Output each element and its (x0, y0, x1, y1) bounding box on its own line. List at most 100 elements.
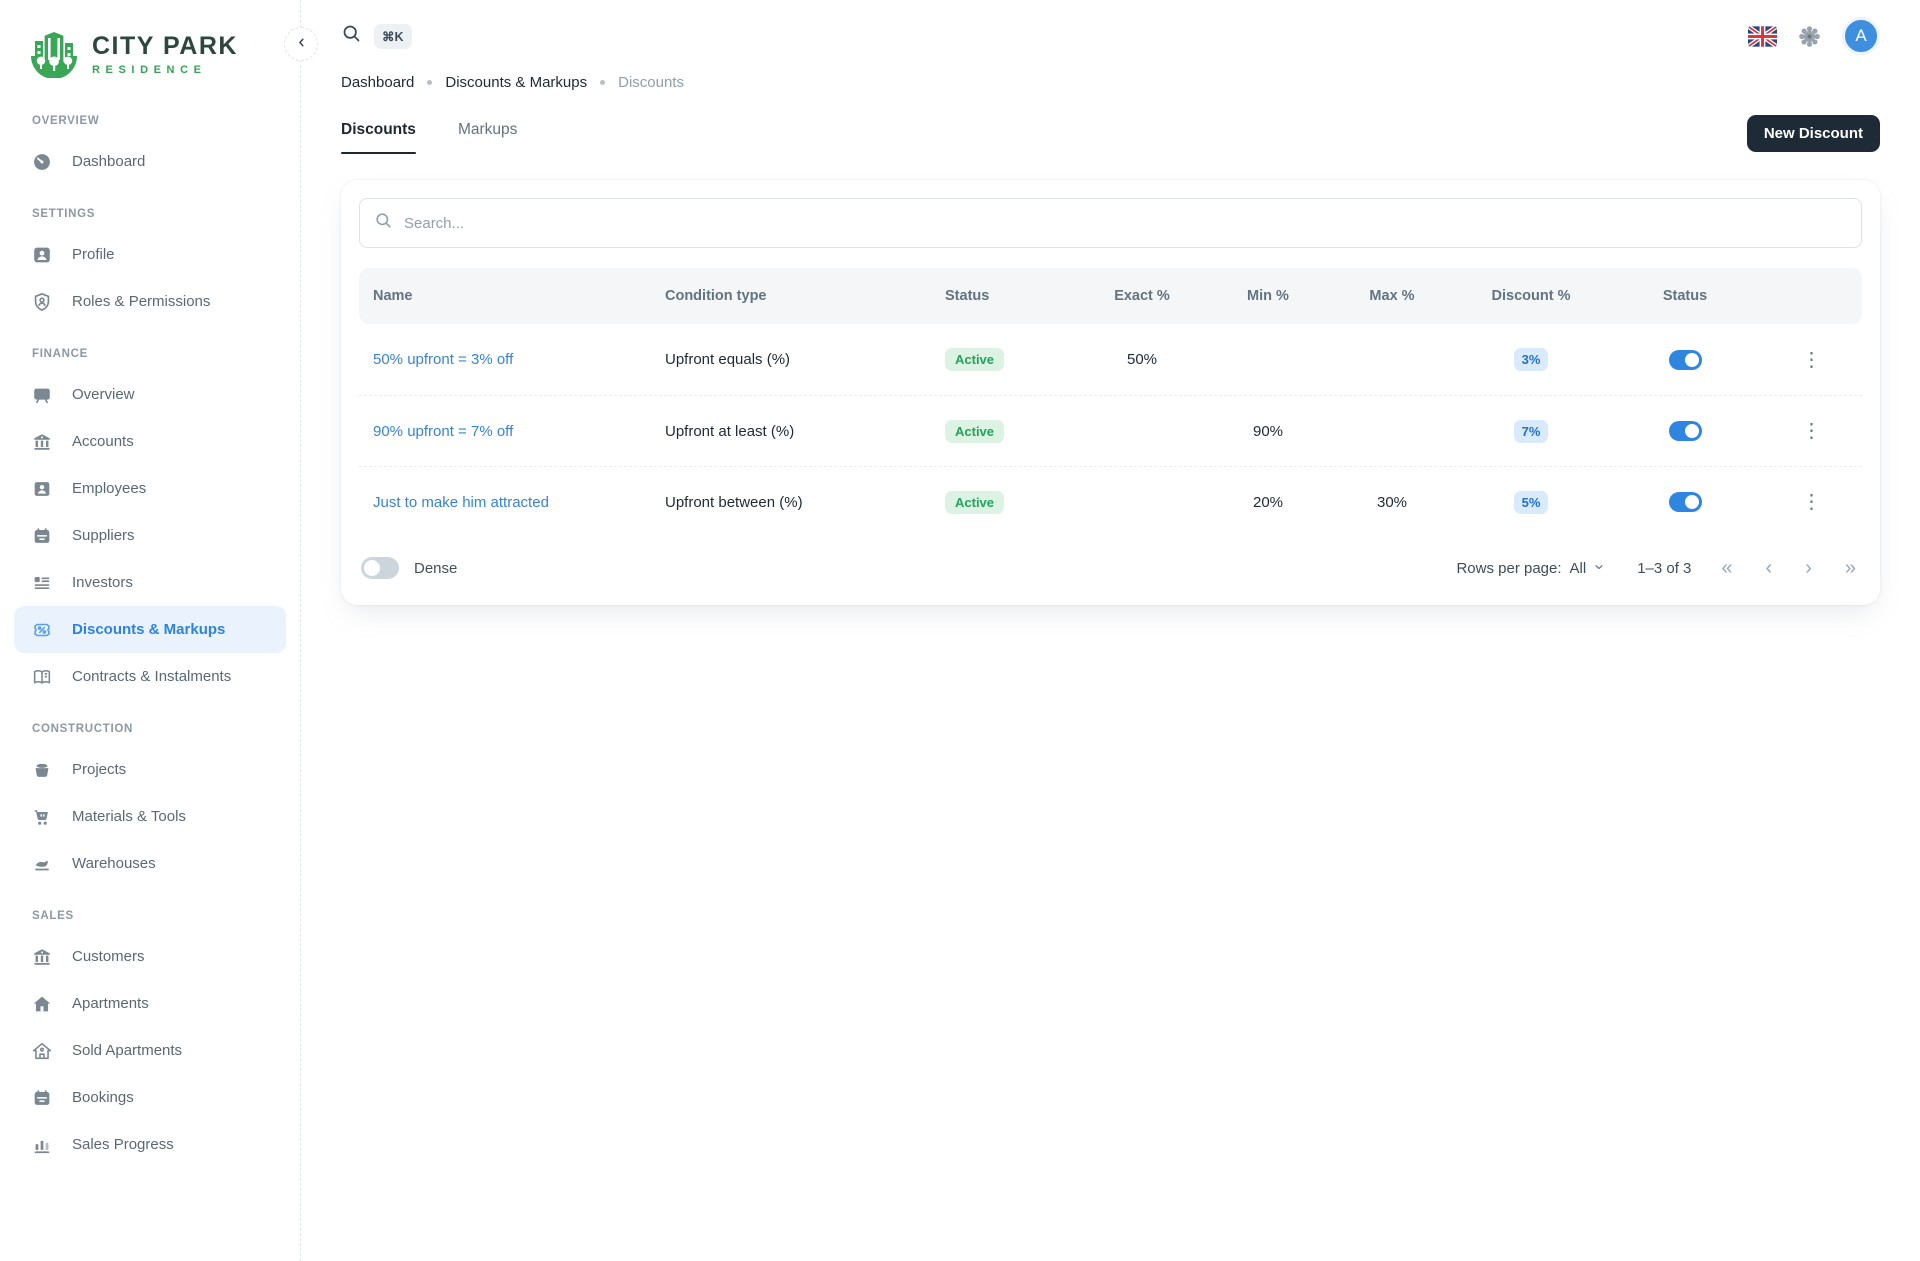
brand-name: CITY PARK (92, 32, 238, 61)
sidebar-item-suppliers[interactable]: Suppliers (14, 512, 286, 559)
brand-logo-icon (28, 26, 80, 83)
tab-discounts[interactable]: Discounts (341, 121, 416, 154)
ticket-percent-icon (30, 618, 54, 642)
home-outline-icon (30, 1039, 54, 1063)
table-row: Just to make him attracted Upfront betwe… (359, 466, 1862, 537)
table-row: 90% upfront = 7% off Upfront at least (%… (359, 395, 1862, 466)
board-icon (30, 383, 54, 407)
discount-name-link[interactable]: 50% upfront = 3% off (373, 351, 513, 368)
sidebar-item-profile[interactable]: Profile (14, 231, 286, 278)
badge-user-icon (30, 477, 54, 501)
exact-cell: 50% (1079, 351, 1205, 368)
discount-name-link[interactable]: 90% upfront = 7% off (373, 423, 513, 440)
dense-toggle[interactable] (361, 557, 399, 579)
section-label-settings: SETTINGS (14, 185, 286, 231)
breadcrumb-discounts-markups[interactable]: Discounts & Markups (445, 74, 587, 91)
user-card-icon (30, 243, 54, 267)
next-page-button[interactable]: › (1805, 558, 1812, 578)
sidebar-item-dashboard[interactable]: Dashboard (14, 138, 286, 185)
sidebar-item-customers[interactable]: Customers (14, 933, 286, 980)
row-actions-kebab-icon[interactable]: ⋮ (1796, 488, 1828, 516)
breadcrumb-separator-dot (427, 80, 432, 85)
new-discount-button[interactable]: New Discount (1747, 115, 1880, 152)
sidebar-item-label: Dashboard (72, 153, 145, 170)
sidebar-collapse-button[interactable] (284, 27, 318, 61)
sidebar-item-sales-progress[interactable]: Sales Progress (14, 1121, 286, 1168)
condition-type-cell: Upfront between (%) (659, 494, 939, 511)
sidebar-item-bookings[interactable]: Bookings (14, 1074, 286, 1121)
table-search-input[interactable] (404, 215, 1847, 232)
pagination-range-label: 1–3 of 3 (1637, 560, 1691, 577)
sidebar-item-label: Customers (72, 948, 145, 965)
last-page-button[interactable]: » (1845, 558, 1856, 578)
sidebar-item-discounts-markups[interactable]: Discounts & Markups (14, 606, 286, 653)
breadcrumb: Dashboard Discounts & Markups Discounts (341, 74, 1880, 91)
condition-type-cell: Upfront equals (%) (659, 351, 939, 368)
sidebar-item-apartments[interactable]: Apartments (14, 980, 286, 1027)
calendar-icon (30, 1086, 54, 1110)
language-flag-icon[interactable] (1748, 26, 1777, 47)
discount-percent-pill: 3% (1514, 348, 1549, 371)
brand-logo[interactable]: CITY PARK RESIDENCE (14, 20, 286, 92)
column-header-name: Name (359, 288, 659, 304)
sidebar-item-projects[interactable]: Projects (14, 746, 286, 793)
row-actions-kebab-icon[interactable]: ⋮ (1796, 346, 1828, 374)
shortcut-badge: ⌘K (374, 24, 412, 49)
column-header-condition-type: Condition type (659, 288, 939, 304)
tab-markups[interactable]: Markups (458, 121, 517, 154)
settings-gear-icon[interactable] (1797, 24, 1822, 49)
section-label-overview: OVERVIEW (14, 92, 286, 138)
column-header-min: Min % (1205, 288, 1331, 304)
sidebar-item-label: Materials & Tools (72, 808, 186, 825)
sidebar-item-sold-apartments[interactable]: Sold Apartments (14, 1027, 286, 1074)
sidebar-item-warehouses[interactable]: Warehouses (14, 840, 286, 887)
cart-icon (30, 805, 54, 829)
list-icon (30, 571, 54, 595)
sidebar: CITY PARK RESIDENCE OVERVIEW Dashboard S… (0, 0, 300, 1261)
topbar: ⌘K (341, 0, 1880, 58)
sidebar-item-accounts[interactable]: Accounts (14, 418, 286, 465)
sidebar-item-employees[interactable]: Employees (14, 465, 286, 512)
first-page-button[interactable]: « (1721, 558, 1732, 578)
min-cell: 90% (1205, 423, 1331, 440)
discount-percent-pill: 7% (1514, 420, 1549, 443)
calendar-icon (30, 524, 54, 548)
status-toggle[interactable] (1669, 350, 1702, 370)
sidebar-item-roles-permissions[interactable]: Roles & Permissions (14, 278, 286, 325)
column-header-discount: Discount % (1453, 288, 1609, 304)
column-header-exact: Exact % (1079, 288, 1205, 304)
status-toggle[interactable] (1669, 492, 1702, 512)
section-label-finance: FINANCE (14, 325, 286, 371)
previous-page-button[interactable]: ‹ (1766, 558, 1773, 578)
bar-chart-icon (30, 1133, 54, 1157)
status-badge: Active (945, 491, 1004, 514)
trowel-icon (30, 852, 54, 876)
search-icon (341, 23, 362, 49)
condition-type-cell: Upfront at least (%) (659, 423, 939, 440)
min-cell: 20% (1205, 494, 1331, 511)
section-label-construction: CONSTRUCTION (14, 700, 286, 746)
table-header-row: Name Condition type Status Exact % Min %… (359, 268, 1862, 324)
discount-percent-pill: 5% (1514, 491, 1549, 514)
column-header-max: Max % (1331, 288, 1453, 304)
main-content: ⌘K (300, 0, 1920, 1261)
gauge-icon (30, 150, 54, 174)
discount-name-link[interactable]: Just to make him attracted (373, 494, 549, 511)
row-actions-kebab-icon[interactable]: ⋮ (1796, 417, 1828, 445)
sidebar-item-label: Employees (72, 480, 146, 497)
sidebar-item-investors[interactable]: Investors (14, 559, 286, 606)
user-avatar[interactable]: A (1842, 17, 1880, 55)
rows-per-page-select[interactable]: All (1570, 560, 1606, 577)
global-search-button[interactable]: ⌘K (341, 23, 412, 49)
section-label-sales: SALES (14, 887, 286, 933)
column-header-status: Status (939, 288, 1079, 304)
sidebar-item-contracts-instalments[interactable]: Contracts & Instalments (14, 653, 286, 700)
sidebar-item-materials-tools[interactable]: Materials & Tools (14, 793, 286, 840)
breadcrumb-discounts-current: Discounts (618, 74, 684, 91)
max-cell: 30% (1331, 494, 1453, 511)
status-toggle[interactable] (1669, 421, 1702, 441)
breadcrumb-dashboard[interactable]: Dashboard (341, 74, 414, 91)
sidebar-nav: OVERVIEW Dashboard SETTINGS Profile Role… (14, 92, 286, 1168)
sidebar-item-finance-overview[interactable]: Overview (14, 371, 286, 418)
breadcrumb-separator-dot (600, 80, 605, 85)
